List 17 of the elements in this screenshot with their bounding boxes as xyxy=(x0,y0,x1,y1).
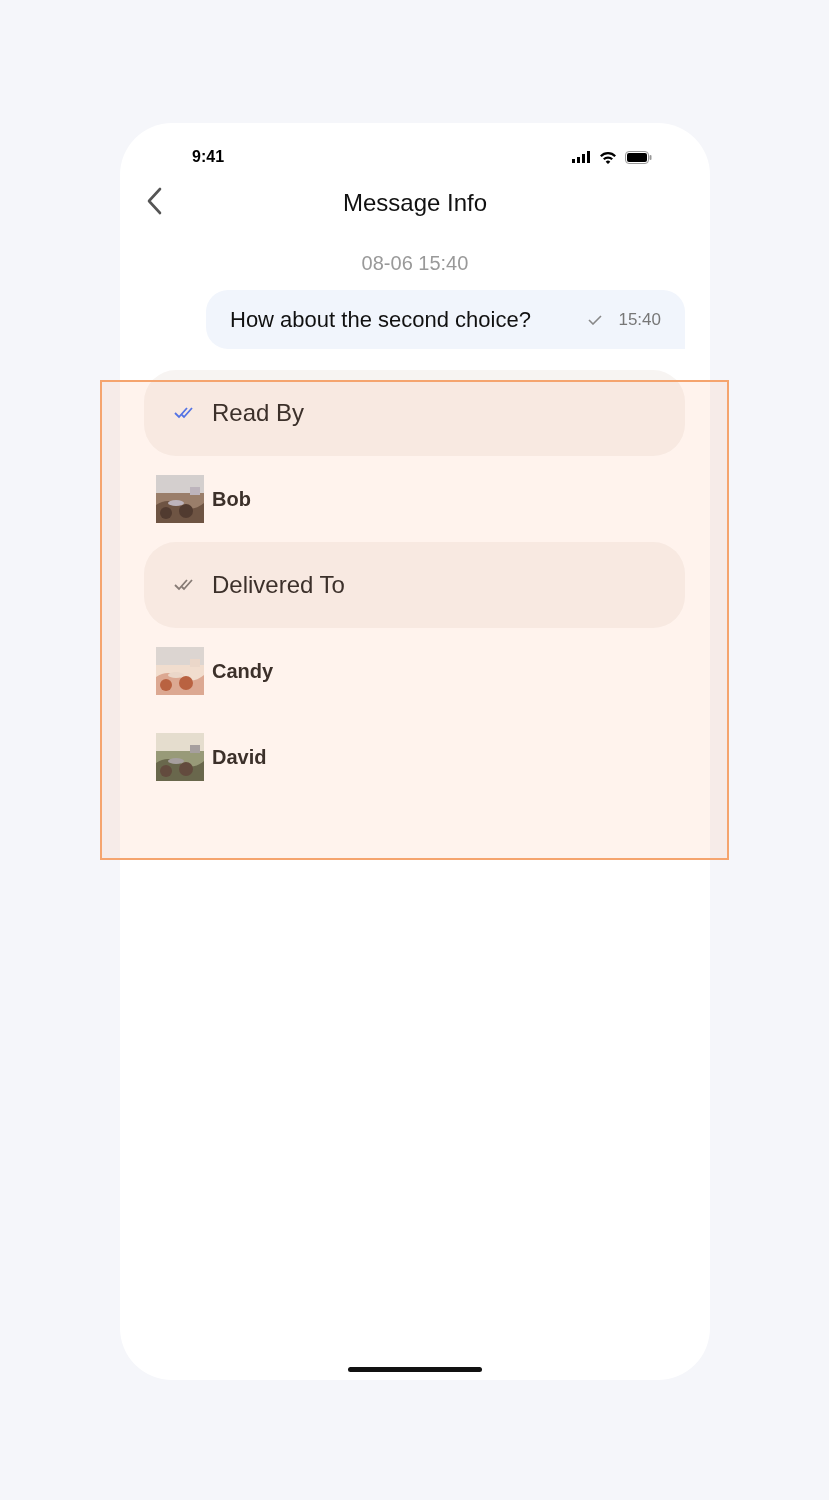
section-title: Delivered To xyxy=(212,570,345,600)
status-time: 9:41 xyxy=(192,147,225,167)
signal-icon xyxy=(572,151,591,163)
double-check-icon xyxy=(174,406,196,420)
section-title: Read By xyxy=(212,398,305,428)
member-name: David xyxy=(212,745,267,770)
message-text: How about the second choice? xyxy=(230,306,531,334)
wifi-icon xyxy=(599,150,617,164)
page-title: Message Info xyxy=(342,188,488,218)
message-time: 15:40 xyxy=(618,308,661,331)
member-name: Bob xyxy=(212,487,251,512)
battery-icon xyxy=(625,150,652,164)
member-name: Candy xyxy=(212,659,274,684)
double-check-icon xyxy=(174,578,196,592)
message-date: 08-06 15:40 xyxy=(361,251,469,276)
chevron-left-icon xyxy=(146,186,164,216)
check-icon xyxy=(588,314,603,325)
